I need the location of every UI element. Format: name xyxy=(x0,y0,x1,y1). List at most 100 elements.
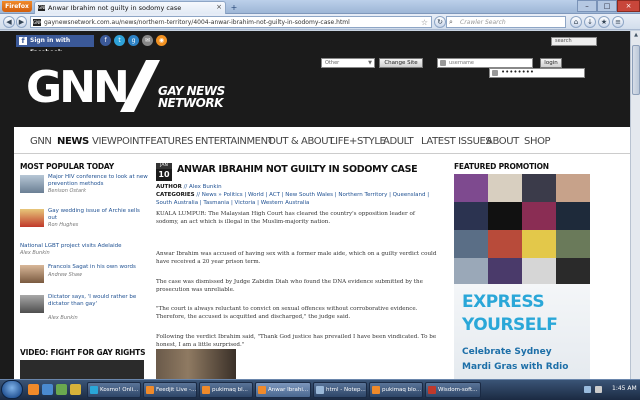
close-window-button[interactable]: × xyxy=(617,0,640,12)
city-select-value: Other xyxy=(325,60,340,66)
categories-links[interactable]: // News » Politics | World | ACT | New S… xyxy=(156,192,429,206)
popular-item[interactable]: Dictator says, 'I would rather be dictat… xyxy=(20,294,144,321)
popular-item-author: Alex Bunkin xyxy=(48,315,78,321)
taskbar-item-label: pukimaq bl... xyxy=(212,387,248,393)
article-paragraph: Anwar Ibrahim was accused of having sex … xyxy=(156,251,437,266)
popular-item-author: Andrew Shaw xyxy=(48,272,83,278)
ad-subline-1: Celebrate Sydney xyxy=(462,347,552,357)
taskbar-app-icon xyxy=(428,386,436,394)
ad-subline-2: Mardi Gras with Rdio xyxy=(462,362,569,372)
page-scrollbar[interactable]: ▲ xyxy=(630,31,640,379)
nav-viewpoint[interactable]: VIEWPOINT xyxy=(92,136,145,147)
taskbar-item[interactable]: pukimaq bl... xyxy=(199,382,253,398)
taskbar-app-icon xyxy=(316,386,324,394)
taskbar-item[interactable]: Kosmo! Onli... xyxy=(87,382,141,398)
scroll-up-icon[interactable]: ▲ xyxy=(632,32,640,42)
google-icon[interactable]: g xyxy=(128,35,139,46)
volume-icon[interactable] xyxy=(595,386,602,393)
minimize-window-button[interactable]: – xyxy=(577,0,597,12)
nav-entertainment[interactable]: ENTERTAINMENT xyxy=(195,136,274,147)
logo-slash-graphic xyxy=(120,60,160,112)
browser-search-input[interactable]: ⌕ Crawler Search xyxy=(446,16,566,28)
popular-thumbnail[interactable] xyxy=(20,265,44,283)
nav-latest-issues[interactable]: LATEST ISSUES xyxy=(421,136,492,147)
site-search-placeholder: search xyxy=(555,38,572,44)
nav-shop[interactable]: SHOP xyxy=(524,136,551,147)
site-favicon-icon: GNN xyxy=(33,19,43,26)
popular-thumbnail[interactable] xyxy=(20,175,44,193)
start-button[interactable] xyxy=(1,380,23,399)
home-icon[interactable]: ⌂ xyxy=(570,16,582,28)
reload-icon[interactable]: ↻ xyxy=(434,16,446,28)
firefox-menu-button[interactable]: Firefox xyxy=(2,1,32,12)
network-icon[interactable] xyxy=(584,386,591,393)
rss-icon[interactable]: ◉ xyxy=(156,35,167,46)
categories-label: CATEGORIES xyxy=(156,192,195,198)
popular-item-title[interactable]: Gay wedding issue of Archie sells out xyxy=(48,208,148,221)
twitter-icon[interactable]: t xyxy=(114,35,125,46)
popular-thumbnail[interactable] xyxy=(20,209,44,227)
folder-quicklaunch-icon[interactable] xyxy=(70,384,81,395)
nav-news[interactable]: NEWS xyxy=(57,136,89,147)
popular-item[interactable]: Gay wedding issue of Archie sells out Ro… xyxy=(20,208,144,228)
nav-gnn[interactable]: GNN xyxy=(30,136,52,147)
site-logo[interactable]: GNN xyxy=(26,66,130,110)
facebook-share-icon[interactable]: f xyxy=(100,35,111,46)
login-button[interactable]: login xyxy=(540,58,562,68)
email-icon[interactable]: ✉ xyxy=(142,35,153,46)
taskbar-item[interactable]: Feedjit Live -... xyxy=(143,382,197,398)
article-photo xyxy=(156,349,236,379)
lock-icon xyxy=(492,70,498,76)
bookmark-star-icon[interactable]: ☆ xyxy=(421,18,428,27)
forward-icon[interactable]: ▶ xyxy=(16,16,27,28)
browser-tab-active[interactable]: GNN Anwar Ibrahim not guilty in sodomy c… xyxy=(34,1,226,14)
taskbar-app-icon xyxy=(146,386,154,394)
nav-adult[interactable]: ADULT xyxy=(383,136,414,147)
featured-album-grid[interactable] xyxy=(454,174,590,284)
nav-life-style[interactable]: LIFE+STYLE xyxy=(330,136,386,147)
close-tab-icon[interactable]: × xyxy=(216,3,222,11)
taskbar-clock[interactable]: 1:45 AM xyxy=(612,385,637,392)
facebook-signin-button[interactable]: f Sign in with Facebook xyxy=(16,35,94,56)
taskbar-item[interactable]: pukimaq blo... xyxy=(369,382,423,398)
change-site-button[interactable]: Change Site xyxy=(379,58,423,68)
downloads-icon[interactable]: ↓ xyxy=(584,16,596,28)
popular-item-title[interactable]: Francois Sagat in his own words xyxy=(48,264,148,271)
article-meta: AUTHOR // Alex Bunkin CATEGORIES // News… xyxy=(156,183,446,207)
ad-headline-yourself: YOURSELF xyxy=(462,315,558,335)
firefox-quicklaunch-icon[interactable] xyxy=(28,384,39,395)
taskbar-item[interactable]: html - Notep... xyxy=(313,382,367,398)
popular-thumbnail[interactable] xyxy=(20,295,44,313)
popular-item-author: Ron Hughes xyxy=(48,222,79,228)
taskbar-item[interactable]: Wisdom-soft... xyxy=(425,382,481,398)
site-search-input[interactable]: search xyxy=(551,37,597,46)
popular-item-title[interactable]: Dictator says, 'I would rather be dictat… xyxy=(48,294,148,307)
article-paragraph: The case was dismissed by Judge Zabidin … xyxy=(156,279,423,294)
menu-icon[interactable]: ≡ xyxy=(612,16,624,28)
popular-item[interactable]: National LGBT project visits Adelaide Al… xyxy=(20,243,144,256)
nav-out-and-about[interactable]: OUT & ABOUT xyxy=(268,136,334,147)
city-select[interactable]: Other ▼ xyxy=(321,58,375,68)
new-tab-icon[interactable]: + xyxy=(229,3,239,12)
popular-item[interactable]: Francois Sagat in his own words Andrew S… xyxy=(20,264,144,284)
url-bar[interactable]: GNN gaynewsnetwork.com.au/news/northern-… xyxy=(30,16,432,28)
author-link[interactable]: // Alex Bunkin xyxy=(184,184,222,190)
popular-item[interactable]: Major HIV conference to look at new prev… xyxy=(20,174,148,194)
taskbar-item-active[interactable]: Anwar Ibrahi... xyxy=(255,382,311,398)
featured-promotion-heading: FEATURED PROMOTION xyxy=(454,162,549,171)
nav-about[interactable]: ABOUT xyxy=(486,136,519,147)
username-field[interactable]: username xyxy=(437,58,533,68)
back-icon[interactable]: ◀ xyxy=(3,16,15,28)
addon-icon[interactable]: ★ xyxy=(598,16,610,28)
desktop-quicklaunch-icon[interactable] xyxy=(56,384,67,395)
popular-item-author: Alex Bunkin xyxy=(20,249,50,256)
scrollbar-thumb[interactable] xyxy=(632,45,640,95)
video-player[interactable] xyxy=(20,360,144,379)
maximize-window-button[interactable]: □ xyxy=(597,0,617,12)
nav-features[interactable]: FEATURES xyxy=(145,136,193,147)
password-field[interactable]: •••••••• xyxy=(489,68,585,78)
taskbar-item-label: Anwar Ibrahi... xyxy=(268,387,309,393)
facebook-icon: f xyxy=(19,37,27,45)
popular-item-title[interactable]: Major HIV conference to look at new prev… xyxy=(48,174,148,187)
ie-quicklaunch-icon[interactable] xyxy=(42,384,53,395)
